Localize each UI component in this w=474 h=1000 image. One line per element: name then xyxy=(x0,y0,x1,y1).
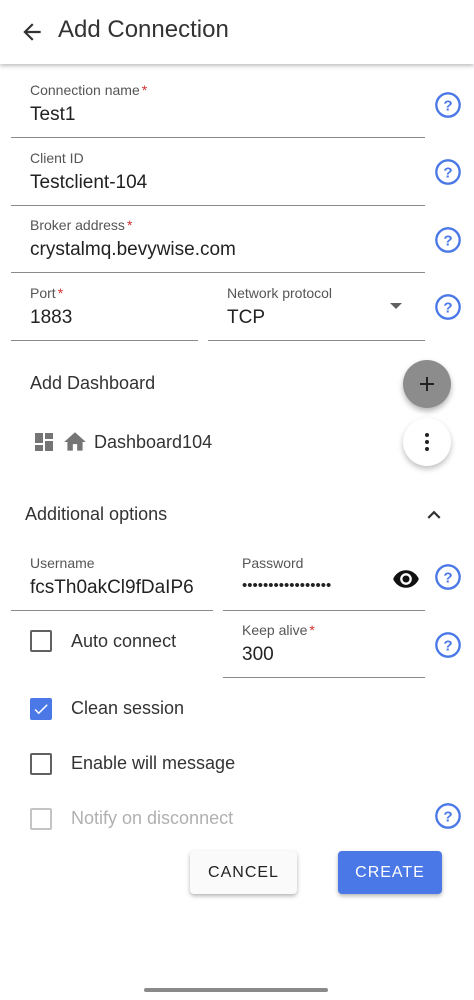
clean-session-label: Clean session xyxy=(71,698,185,718)
username-label: Username xyxy=(30,555,95,571)
clean-session-checkbox[interactable] xyxy=(30,698,52,720)
connection-name-field[interactable]: Connection name * Test1 xyxy=(11,82,425,138)
connection-name-label: Connection name xyxy=(30,82,140,98)
create-button[interactable]: CREATE xyxy=(338,851,442,894)
keep-alive-label: Keep alive xyxy=(242,622,308,638)
field-underline xyxy=(11,610,213,611)
dashboard-icon xyxy=(35,433,53,451)
help-icon[interactable]: ? xyxy=(434,631,462,659)
home-icon xyxy=(64,432,86,451)
field-underline xyxy=(223,610,425,611)
help-icon[interactable]: ? xyxy=(434,158,462,186)
eye-icon[interactable] xyxy=(392,565,420,593)
keep-alive-input[interactable]: 300 xyxy=(242,644,274,666)
network-protocol-value: TCP xyxy=(227,307,265,328)
field-underline xyxy=(223,677,425,678)
chevron-up-icon[interactable] xyxy=(421,502,447,528)
help-icon[interactable]: ? xyxy=(434,293,462,321)
add-dashboard-button[interactable] xyxy=(403,360,451,408)
notify-disconnect-label: Notify on disconnect xyxy=(71,808,234,828)
required-marker: * xyxy=(57,285,64,301)
field-underline xyxy=(208,340,425,341)
broker-address-input[interactable]: crystalmq.bevywise.com xyxy=(30,239,236,261)
will-message-label: Enable will message xyxy=(71,753,236,773)
svg-text:?: ? xyxy=(443,569,452,586)
svg-text:?: ? xyxy=(443,808,452,825)
connection-name-input[interactable]: Test1 xyxy=(30,104,75,126)
dashboard-more-button[interactable] xyxy=(403,418,451,466)
help-icon[interactable]: ? xyxy=(434,563,462,591)
required-marker: * xyxy=(141,82,148,98)
help-icon[interactable]: ? xyxy=(434,91,462,119)
notify-disconnect-checkbox xyxy=(30,808,52,830)
plus-icon xyxy=(420,377,434,391)
help-icon[interactable]: ? xyxy=(434,802,462,830)
client-id-input[interactable]: Testclient-104 xyxy=(30,172,147,194)
required-marker: * xyxy=(309,622,315,638)
password-input[interactable]: ••••••••••••••••• xyxy=(242,577,331,594)
port-field[interactable]: Port * 1883 xyxy=(11,285,198,341)
auto-connect-checkbox[interactable] xyxy=(30,630,52,652)
page-title: Add Connection xyxy=(58,16,229,43)
add-dashboard-title: Add Dashboard xyxy=(30,373,156,393)
network-protocol-label: Network protocol xyxy=(227,285,333,301)
broker-address-field[interactable]: Broker address * crystalmq.bevywise.com xyxy=(11,217,425,273)
client-id-field[interactable]: Client ID Testclient-104 xyxy=(11,150,425,206)
auto-connect-label: Auto connect xyxy=(71,631,177,651)
field-underline xyxy=(11,272,425,273)
field-underline xyxy=(11,205,425,206)
password-label: Password xyxy=(242,555,304,571)
port-input[interactable]: 1883 xyxy=(30,307,72,329)
broker-address-label: Broker address xyxy=(30,217,125,233)
more-vertical-icon xyxy=(425,433,429,451)
help-icon[interactable]: ? xyxy=(434,226,462,254)
keep-alive-field[interactable]: Keep alive * 300 xyxy=(223,622,425,678)
dropdown-arrow-icon xyxy=(390,303,402,309)
app-bar: Add Connection xyxy=(0,0,474,64)
field-underline xyxy=(11,137,425,138)
username-field[interactable]: Username fcsTh0akCl9fDaIP6 xyxy=(11,555,213,611)
client-id-label: Client ID xyxy=(30,150,84,166)
will-message-checkbox[interactable] xyxy=(30,753,52,775)
home-indicator xyxy=(144,988,328,992)
dashboard-name: Dashboard104 xyxy=(94,431,213,452)
port-label: Port xyxy=(30,285,56,301)
back-button[interactable] xyxy=(14,14,50,50)
additional-options-title: Additional options xyxy=(25,504,168,524)
required-marker: * xyxy=(126,217,133,233)
network-protocol-select[interactable]: Network protocol TCP xyxy=(208,285,425,341)
arrow-left-icon xyxy=(23,23,41,41)
svg-text:?: ? xyxy=(443,97,452,114)
svg-text:?: ? xyxy=(443,232,452,249)
check-icon xyxy=(34,704,48,715)
svg-text:?: ? xyxy=(443,637,452,654)
svg-text:?: ? xyxy=(443,299,452,316)
dashboard-item[interactable]: Dashboard104 xyxy=(32,428,212,456)
svg-text:?: ? xyxy=(443,164,452,181)
username-input[interactable]: fcsTh0akCl9fDaIP6 xyxy=(30,577,194,599)
field-underline xyxy=(11,340,198,341)
cancel-button[interactable]: CANCEL xyxy=(190,851,297,894)
